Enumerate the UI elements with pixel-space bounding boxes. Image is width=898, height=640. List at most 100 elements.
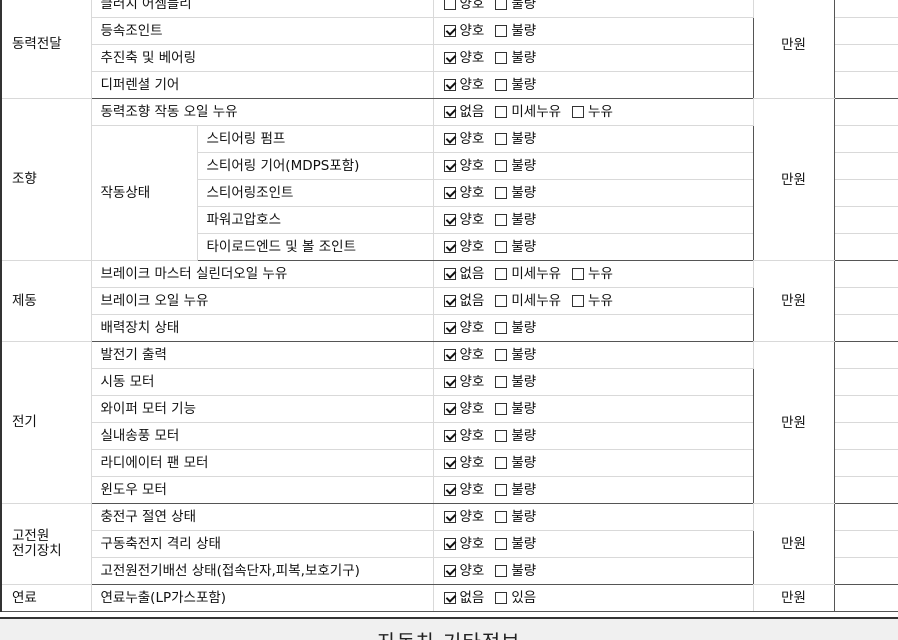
- checkbox-checked-icon[interactable]: [443, 322, 456, 334]
- checkbox-option[interactable]: 미세누유: [495, 262, 561, 287]
- checkbox-empty-icon[interactable]: [572, 106, 585, 118]
- checkbox-option[interactable]: 불량: [495, 343, 537, 368]
- checkbox-checked-icon[interactable]: [443, 52, 456, 64]
- checkbox-option[interactable]: 양호: [443, 316, 484, 341]
- checkbox-option[interactable]: 누유: [572, 100, 613, 125]
- checkbox-empty-icon[interactable]: [495, 565, 508, 577]
- checkbox-option[interactable]: 불량: [495, 397, 536, 422]
- checkbox-empty-icon[interactable]: [495, 25, 508, 37]
- checkbox-checked-icon[interactable]: [443, 430, 456, 442]
- checkbox-option[interactable]: 누유: [572, 262, 613, 287]
- checkbox-option[interactable]: 불량: [495, 154, 536, 179]
- checkbox-option[interactable]: 양호: [443, 127, 484, 152]
- checkbox-checked-icon[interactable]: [443, 79, 456, 91]
- checkbox-option[interactable]: 불량: [495, 478, 536, 503]
- checkbox-empty-icon[interactable]: [495, 52, 508, 64]
- checkbox-option[interactable]: 불량: [495, 0, 536, 17]
- checkbox-option[interactable]: 양호: [443, 73, 484, 98]
- checkbox-checked-icon[interactable]: [443, 106, 456, 118]
- checkbox-checked-icon[interactable]: [443, 457, 456, 469]
- checkbox-option[interactable]: 없음: [443, 262, 484, 287]
- checkbox-empty-icon[interactable]: [495, 484, 508, 496]
- checkbox-checked-icon[interactable]: [443, 214, 456, 226]
- checkbox-option[interactable]: 불량: [495, 181, 536, 206]
- checkbox-empty-icon[interactable]: [443, 0, 456, 10]
- checkbox-option[interactable]: 미세누유: [495, 289, 561, 314]
- checkbox-empty-icon[interactable]: [572, 268, 585, 280]
- checkbox-empty-icon[interactable]: [495, 295, 508, 307]
- checkbox-option[interactable]: 있음: [495, 586, 536, 611]
- checkbox-empty-icon[interactable]: [495, 511, 508, 523]
- checkbox-checked-icon[interactable]: [443, 538, 456, 550]
- checkbox-option[interactable]: 양호: [443, 343, 485, 368]
- checkbox-option[interactable]: 불량: [495, 316, 536, 341]
- checkbox-option[interactable]: 불량: [495, 46, 536, 71]
- checkbox-empty-icon[interactable]: [495, 430, 508, 442]
- checkbox-empty-icon[interactable]: [495, 349, 508, 361]
- checkbox-option[interactable]: 불량: [495, 559, 536, 584]
- checkbox-option[interactable]: 불량: [495, 235, 536, 260]
- checkbox-checked-icon[interactable]: [443, 403, 456, 415]
- checkbox-option[interactable]: 양호: [443, 397, 484, 422]
- checkbox-empty-icon[interactable]: [495, 403, 508, 415]
- checkbox-empty-icon[interactable]: [495, 79, 508, 91]
- checkbox-option[interactable]: 없음: [443, 586, 484, 611]
- checkbox-checked-icon[interactable]: [443, 187, 456, 199]
- checkbox-option[interactable]: 불량: [495, 505, 536, 530]
- checkbox-empty-icon[interactable]: [495, 322, 508, 334]
- checkbox-option[interactable]: 양호: [443, 208, 484, 233]
- checkbox-empty-icon[interactable]: [495, 106, 508, 118]
- checkbox-checked-icon[interactable]: [443, 592, 456, 604]
- checkbox-option[interactable]: 양호: [443, 451, 484, 476]
- checkbox-label: 불량: [511, 347, 537, 363]
- checkbox-empty-icon[interactable]: [495, 268, 508, 280]
- checkbox-option[interactable]: 양호: [443, 370, 484, 395]
- checkbox-empty-icon[interactable]: [495, 214, 508, 226]
- checkbox-option[interactable]: 양호: [443, 0, 484, 17]
- checkbox-option[interactable]: 양호: [443, 154, 484, 179]
- checkbox-checked-icon[interactable]: [443, 133, 456, 145]
- checkbox-option[interactable]: 불량: [495, 424, 536, 449]
- checkbox-option[interactable]: 양호: [443, 424, 484, 449]
- checkbox-checked-icon[interactable]: [443, 484, 456, 496]
- checkbox-option[interactable]: 양호: [443, 181, 484, 206]
- checkbox-empty-icon[interactable]: [495, 457, 508, 469]
- checkbox-option[interactable]: 양호: [443, 478, 484, 503]
- checkbox-option[interactable]: 불량: [495, 532, 536, 557]
- checkbox-empty-icon[interactable]: [495, 0, 508, 10]
- checkbox-option[interactable]: 불량: [495, 73, 536, 98]
- checkbox-option[interactable]: 양호: [443, 532, 484, 557]
- checkbox-option[interactable]: 불량: [495, 208, 536, 233]
- checkbox-option[interactable]: 불량: [495, 451, 536, 476]
- checkbox-option[interactable]: 미세누유: [495, 100, 561, 125]
- checkbox-empty-icon[interactable]: [495, 538, 508, 550]
- checkbox-checked-icon[interactable]: [443, 241, 456, 253]
- checkbox-checked-icon[interactable]: [443, 511, 456, 523]
- checkbox-option[interactable]: 불량: [495, 127, 536, 152]
- checkbox-empty-icon[interactable]: [495, 592, 508, 604]
- checkbox-checked-icon[interactable]: [443, 349, 456, 361]
- checkbox-option[interactable]: 양호: [443, 235, 484, 260]
- checkbox-empty-icon[interactable]: [495, 133, 508, 145]
- checkbox-label: 양호: [459, 347, 485, 363]
- checkbox-checked-icon[interactable]: [443, 565, 456, 577]
- checkbox-empty-icon[interactable]: [495, 160, 508, 172]
- checkbox-checked-icon[interactable]: [443, 25, 456, 37]
- checkbox-checked-icon[interactable]: [443, 160, 456, 172]
- checkbox-checked-icon[interactable]: [443, 376, 456, 388]
- checkbox-empty-icon[interactable]: [495, 376, 508, 388]
- checkbox-option[interactable]: 누유: [572, 289, 613, 314]
- checkbox-empty-icon[interactable]: [495, 187, 508, 199]
- checkbox-option[interactable]: 양호: [443, 19, 484, 44]
- checkbox-option[interactable]: 양호: [443, 559, 484, 584]
- checkbox-option[interactable]: 불량: [495, 370, 536, 395]
- checkbox-empty-icon[interactable]: [495, 241, 508, 253]
- checkbox-option[interactable]: 없음: [443, 289, 484, 314]
- checkbox-checked-icon[interactable]: [443, 268, 456, 280]
- checkbox-option[interactable]: 양호: [443, 505, 484, 530]
- checkbox-option[interactable]: 불량: [495, 19, 536, 44]
- checkbox-option[interactable]: 없음: [443, 100, 484, 125]
- checkbox-empty-icon[interactable]: [572, 295, 585, 307]
- checkbox-checked-icon[interactable]: [443, 295, 456, 307]
- checkbox-option[interactable]: 양호: [443, 46, 484, 71]
